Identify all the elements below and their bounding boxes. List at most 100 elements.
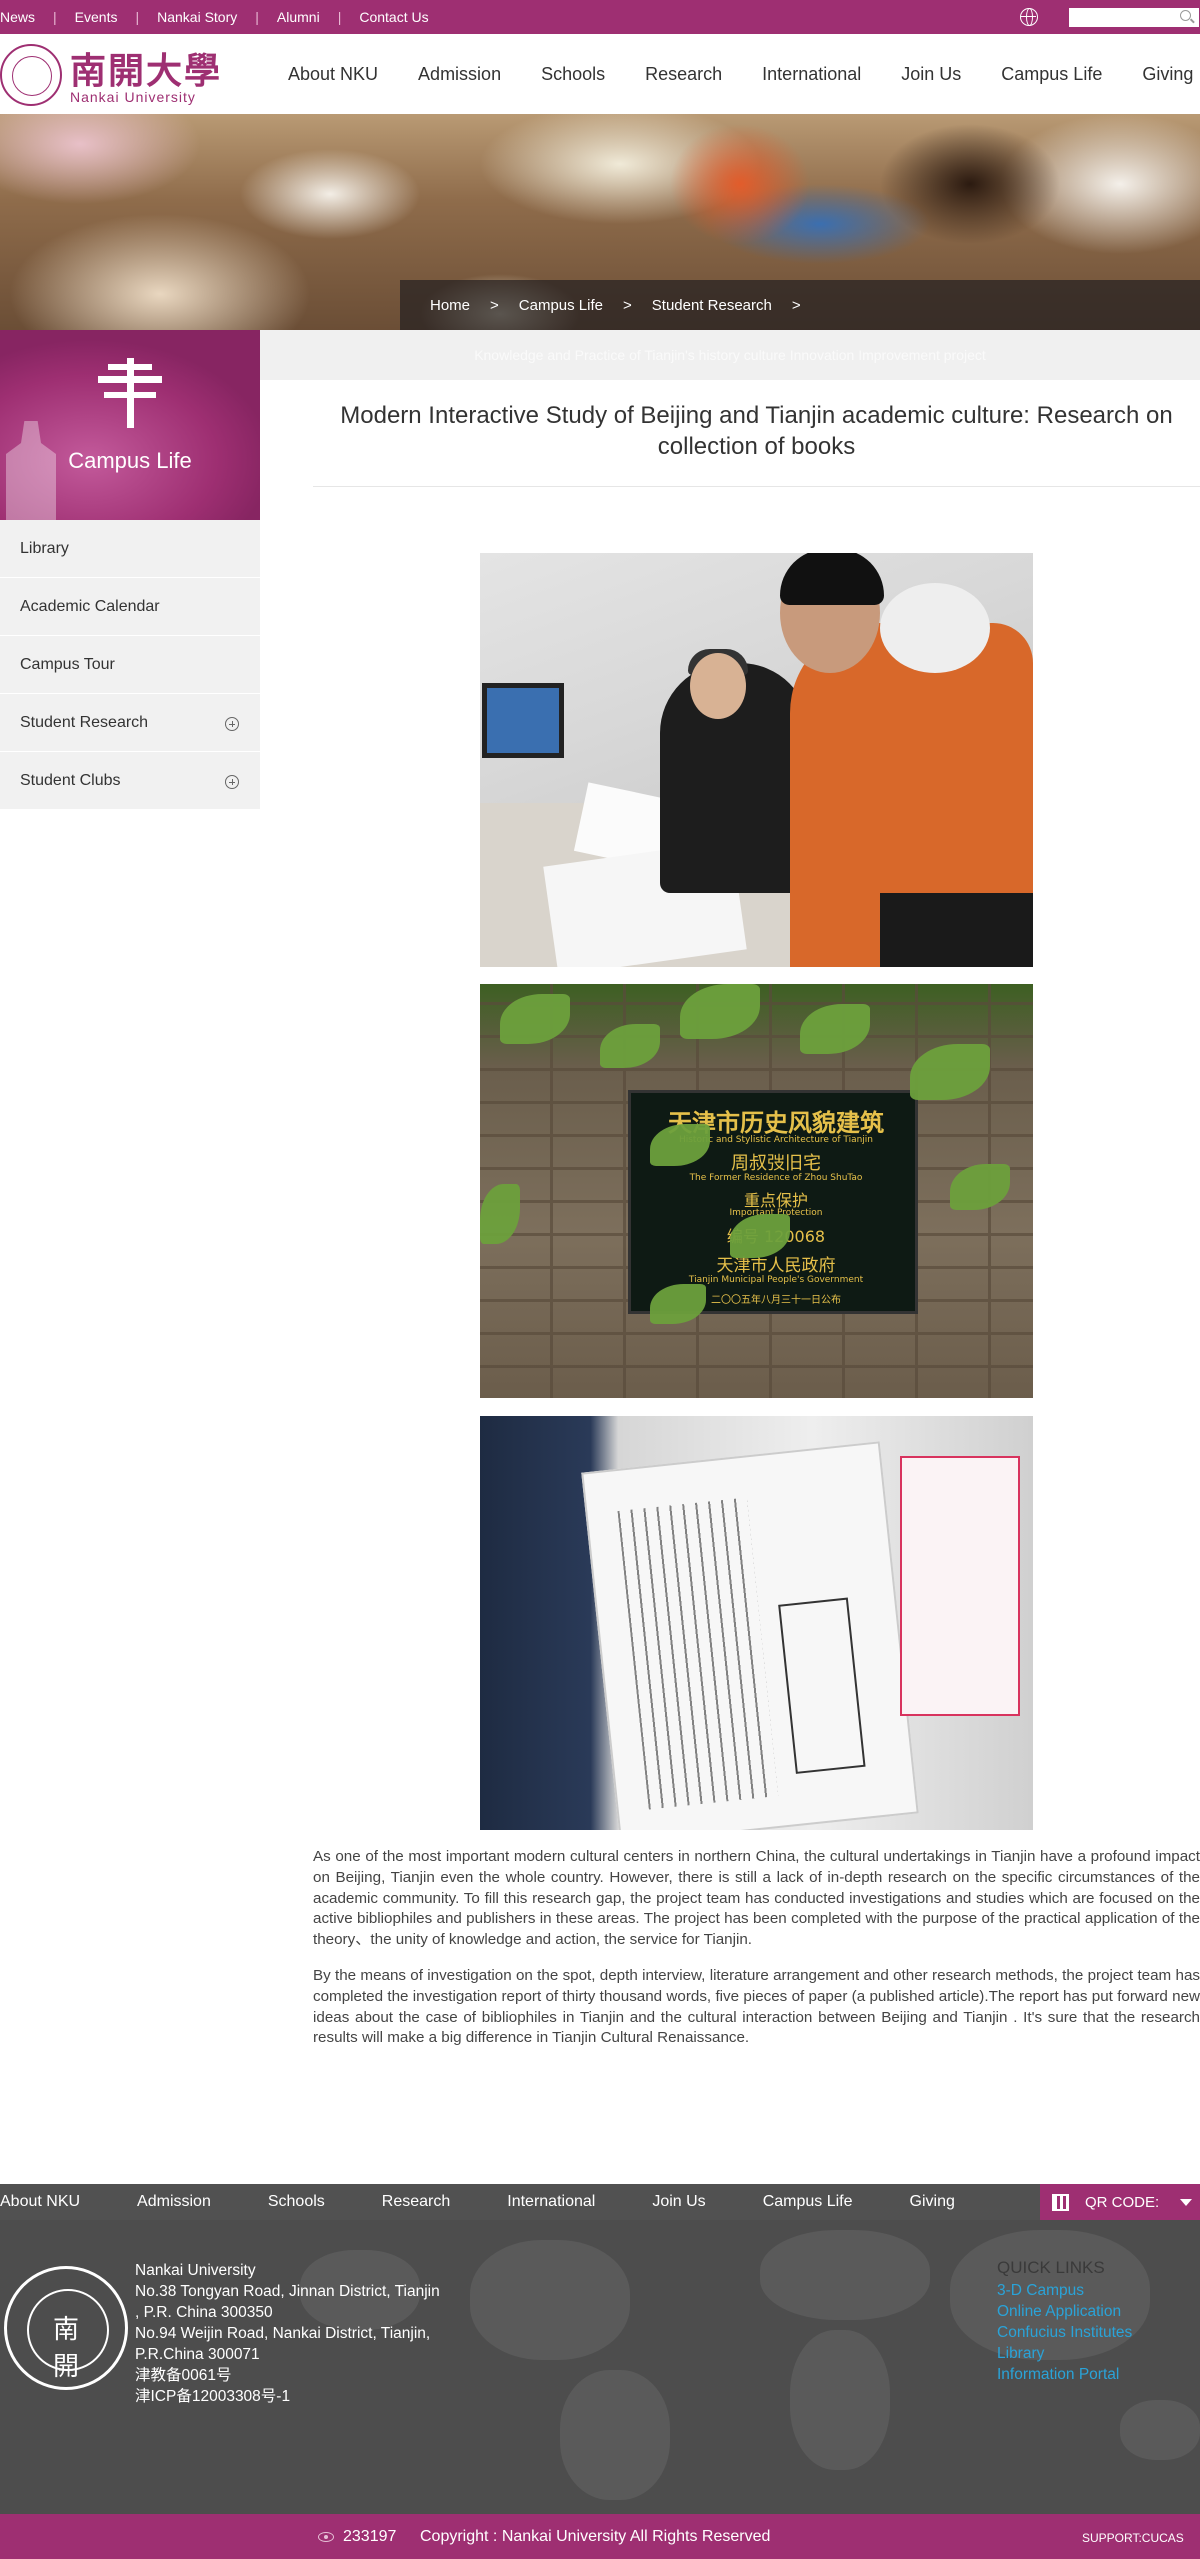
site-header: 南開大學 Nankai University About NKU Admissi…	[0, 34, 1200, 114]
article-paragraph: As one of the most important modern cult…	[313, 1848, 1200, 1949]
article-subheading-band: Knowledge and Practice of Tianjin's hist…	[260, 330, 1200, 380]
top-link-news[interactable]: News	[0, 9, 35, 25]
expand-plus-icon[interactable]	[225, 717, 239, 731]
breadcrumb: Home > Campus Life > Student Research >	[400, 280, 1200, 330]
world-map-shape	[760, 2230, 930, 2320]
quick-link-library[interactable]: Library	[997, 2343, 1132, 2364]
sidebar-item-label: Student Clubs	[20, 772, 121, 789]
expand-plus-icon[interactable]	[225, 775, 239, 789]
copyright-bar: 233197 Copyright : Nankai University All…	[0, 2514, 1200, 2559]
breadcrumb-separator: >	[623, 296, 632, 314]
computer-monitor	[482, 683, 564, 758]
copyright-text: Copyright : Nankai University All Rights…	[420, 2528, 771, 2545]
top-links: News | Events | Nankai Story | Alumni | …	[0, 0, 429, 34]
footer-nav: About NKU Admission Schools Research Int…	[0, 2184, 1200, 2220]
world-map-shape	[560, 2370, 670, 2500]
footer-address: Nankai University No.38 Tongyan Road, Ji…	[135, 2260, 440, 2407]
footer-main: 南開 Nankai University No.38 Tongyan Road,…	[0, 2220, 1200, 2514]
quick-link-information-portal[interactable]: Information Portal	[997, 2364, 1132, 2385]
eye-icon	[318, 2532, 334, 2542]
quick-link-confucius-institutes[interactable]: Confucius Institutes	[997, 2322, 1132, 2343]
breadcrumb-separator: >	[490, 296, 499, 314]
support-link[interactable]: SUPPORT:CUCAS	[1082, 2531, 1184, 2545]
top-link-alumni[interactable]: Alumni	[277, 9, 320, 25]
plaque-line: The Former Residence of Zhou ShuTao	[689, 1173, 863, 1183]
breadcrumb-campus-life[interactable]: Campus Life	[519, 297, 603, 314]
photo-old-books	[480, 1416, 1033, 1830]
footer-nav-research[interactable]: Research	[382, 2193, 450, 2211]
university-seal-logo[interactable]	[0, 44, 62, 106]
breadcrumb-student-research[interactable]: Student Research	[652, 297, 772, 314]
top-link-events[interactable]: Events	[75, 9, 118, 25]
footer-nav-admission[interactable]: Admission	[137, 2193, 211, 2211]
address-line[interactable]: 津ICP备12003308号-1	[135, 2386, 440, 2407]
nav-about[interactable]: About NKU	[288, 64, 378, 85]
search-icon[interactable]	[1180, 10, 1191, 21]
sidebar-item-label: Library	[20, 540, 69, 557]
globe-language-icon[interactable]	[1020, 8, 1038, 26]
qr-code-icon	[1052, 2194, 1069, 2211]
quick-link-3d-campus[interactable]: 3-D Campus	[997, 2280, 1132, 2301]
quick-links: QUICK LINKS 3-D Campus Online Applicatio…	[997, 2258, 1132, 2385]
nav-international[interactable]: International	[762, 64, 861, 85]
sidebar-item-label: Student Research	[20, 714, 149, 731]
photo-historic-plaque: 天津市历史风貌建筑 Historic and Stylistic Archite…	[480, 984, 1033, 1398]
sidebar-title: Campus Life	[68, 448, 192, 473]
address-line: No.38 Tongyan Road, Jinnan District, Tia…	[135, 2283, 440, 2300]
address-line: P.R.China 300071	[135, 2346, 260, 2363]
top-link-contact[interactable]: Contact Us	[359, 9, 428, 25]
address-line[interactable]: 津教备0061号	[135, 2365, 440, 2386]
address-line: , P.R. China 300350	[135, 2304, 273, 2321]
address-line: No.94 Weijin Road, Nankai District, Tian…	[135, 2325, 431, 2342]
nav-campus-life[interactable]: Campus Life	[1001, 64, 1102, 85]
address-line: Nankai University	[135, 2262, 256, 2279]
qr-code-dropdown[interactable]: QR CODE:	[1040, 2184, 1200, 2220]
footer-nav-about[interactable]: About NKU	[0, 2193, 80, 2211]
top-bar: News | Events | Nankai Story | Alumni | …	[0, 0, 1200, 34]
sidebar-item-label: Academic Calendar	[20, 598, 160, 615]
nav-giving[interactable]: Giving	[1142, 64, 1193, 85]
article-paragraph: By the means of investigation on the spo…	[313, 1967, 1200, 2047]
plaque-line: Tianjin Municipal People's Government	[688, 1275, 864, 1285]
footer-nav-international[interactable]: International	[507, 2193, 595, 2211]
plaque: 天津市历史风貌建筑 Historic and Stylistic Archite…	[628, 1090, 918, 1314]
sidebar-item-label: Campus Tour	[20, 656, 115, 673]
sidebar-header: Campus Life	[0, 330, 260, 520]
photo-interview	[480, 553, 1033, 967]
sidebar-item-campus-tour[interactable]: Campus Tour	[0, 636, 260, 694]
breadcrumb-home[interactable]: Home	[430, 297, 470, 314]
footer-nav-join-us[interactable]: Join Us	[652, 2193, 705, 2211]
campus-gate-icon	[98, 358, 162, 428]
sidebar-item-library[interactable]: Library	[0, 520, 260, 578]
logo-chinese-name[interactable]: 南開大學	[70, 42, 222, 94]
nav-research[interactable]: Research	[645, 64, 722, 85]
breadcrumb-separator: >	[791, 296, 801, 314]
seal-characters: 南開	[52, 2315, 79, 2382]
sidebar-menu: Library Academic Calendar Campus Tour St…	[0, 520, 260, 810]
footer-university-seal: 南開	[4, 2266, 128, 2390]
sidebar-item-academic-calendar[interactable]: Academic Calendar	[0, 578, 260, 636]
logo-english-name[interactable]: Nankai University	[70, 89, 196, 105]
sidebar-item-student-clubs[interactable]: Student Clubs	[0, 752, 260, 810]
footer-nav-items: About NKU Admission Schools Research Int…	[0, 2184, 955, 2220]
separator: |	[53, 9, 57, 25]
nav-admission[interactable]: Admission	[418, 64, 501, 85]
title-divider	[313, 486, 1200, 487]
plaque-line: 天津市人民政府	[716, 1256, 836, 1276]
top-link-nankai-story[interactable]: Nankai Story	[157, 9, 237, 25]
separator: |	[337, 9, 342, 25]
separator: |	[135, 9, 140, 25]
visit-counter: 233197	[343, 2528, 397, 2545]
qr-code-label: QR CODE:	[1085, 2194, 1160, 2211]
nav-schools[interactable]: Schools	[541, 64, 605, 85]
footer-nav-campus-life[interactable]: Campus Life	[763, 2193, 853, 2211]
footer-nav-giving[interactable]: Giving	[910, 2193, 955, 2211]
nav-join-us[interactable]: Join Us	[901, 64, 961, 85]
main-nav: About NKU Admission Schools Research Int…	[288, 64, 1200, 85]
world-map-shape	[790, 2330, 890, 2470]
quick-links-title: QUICK LINKS	[997, 2258, 1105, 2277]
sidebar-item-student-research[interactable]: Student Research	[0, 694, 260, 752]
page-title: Modern Interactive Study of Beijing and …	[340, 402, 1173, 460]
quick-link-online-application[interactable]: Online Application	[997, 2301, 1132, 2322]
footer-nav-schools[interactable]: Schools	[268, 2193, 325, 2211]
